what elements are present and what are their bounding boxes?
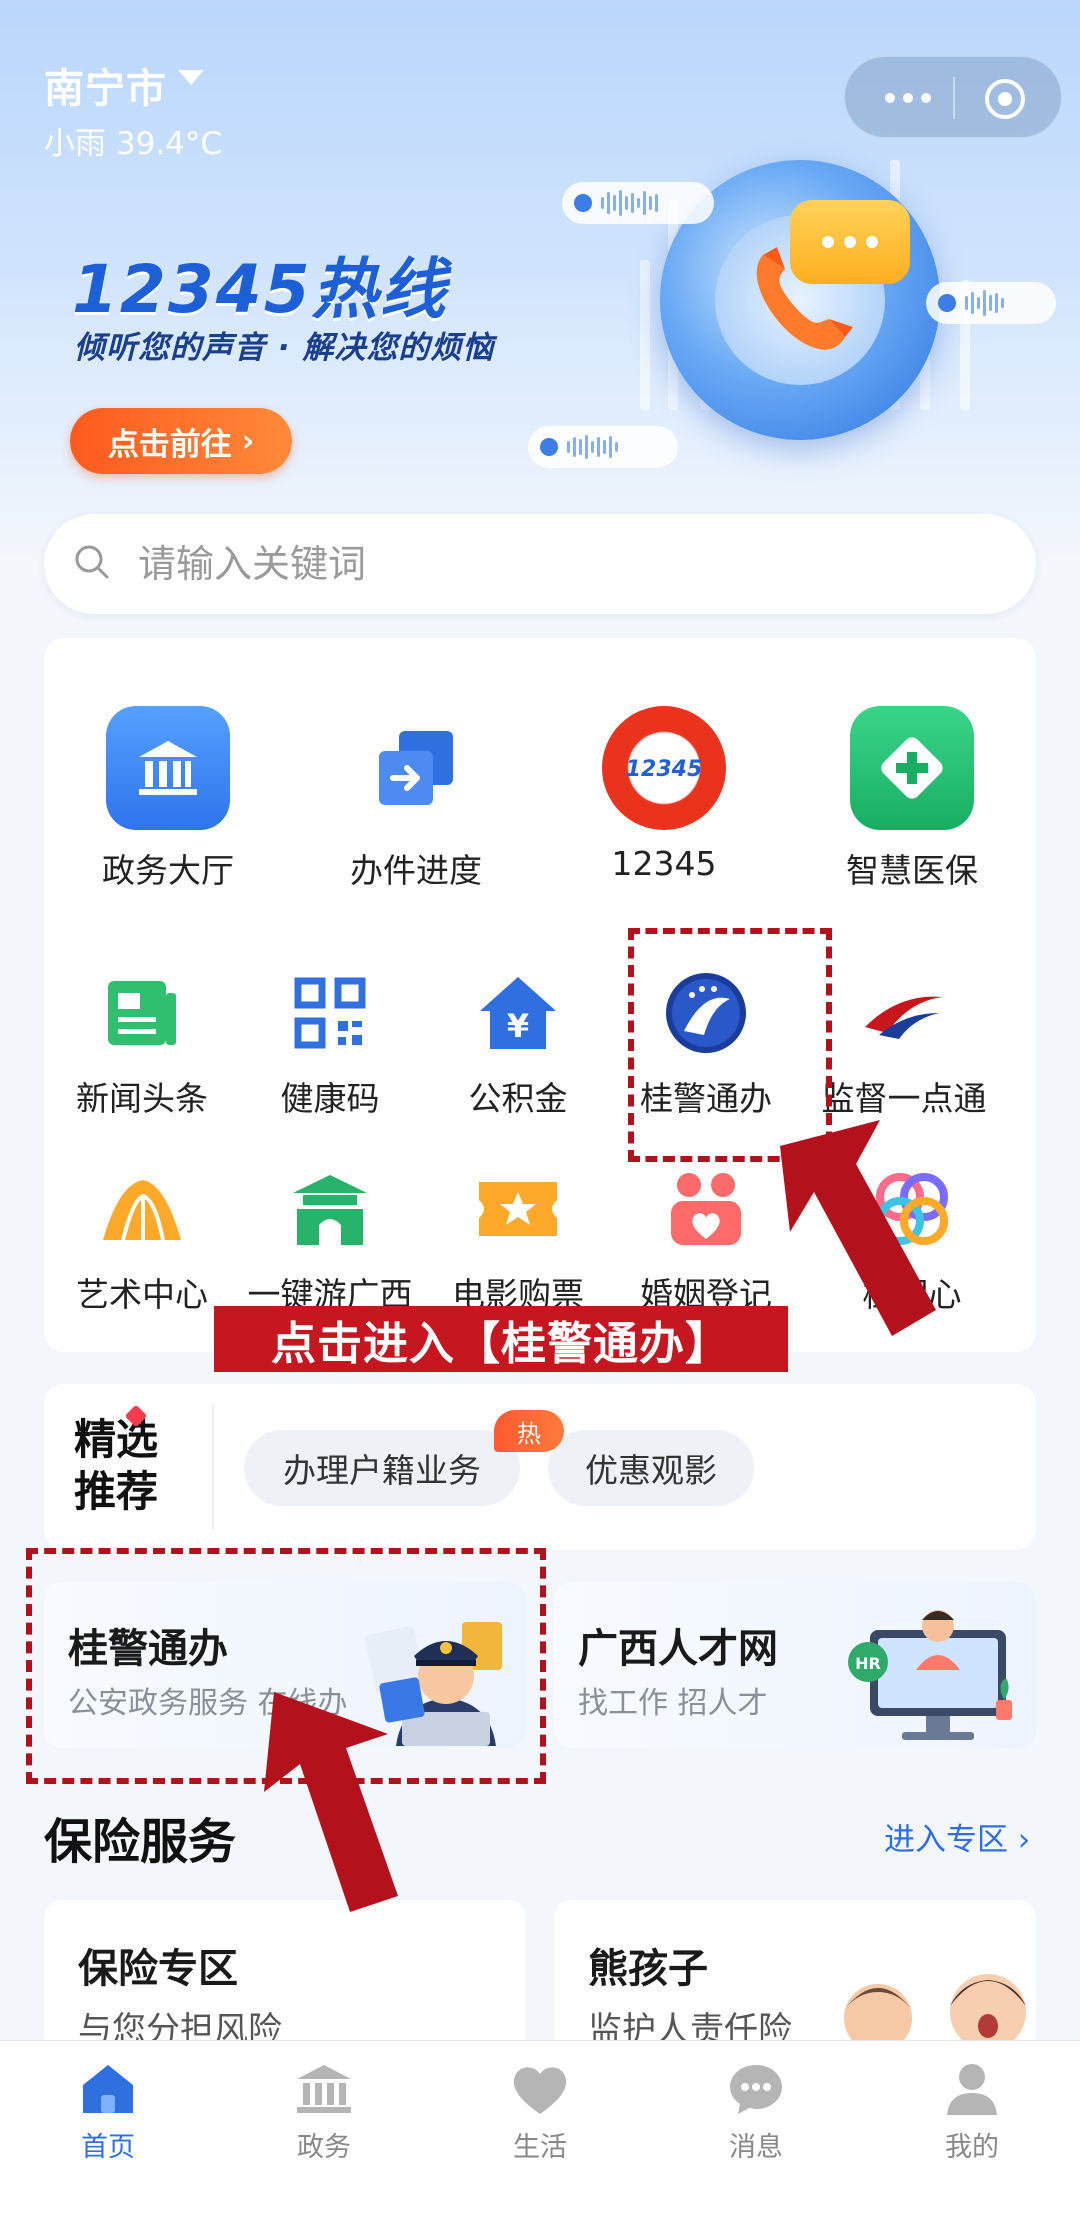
banner-subtitle: 倾听您的声音 · 解决您的烦恼: [74, 330, 495, 366]
caret-down-icon[interactable]: [178, 70, 204, 85]
close-target-icon[interactable]: [985, 79, 1025, 119]
capsule-divider: [953, 77, 955, 119]
recommend-title: 精选 推荐: [74, 1415, 159, 1516]
service-label: 12345: [611, 844, 717, 883]
travel-guangxi-icon: [285, 1164, 375, 1254]
search-bar[interactable]: [44, 514, 1036, 614]
feature-card-guangxi-talent[interactable]: 广西人才网 找工作 招人才 HR: [554, 1582, 1036, 1748]
government-icon: [294, 2059, 354, 2119]
job-hunting-illustration: HR: [848, 1610, 1012, 1740]
art-center-icon: [97, 1164, 187, 1254]
insurance-card-title: 保险专区: [78, 1946, 238, 1992]
annotation-callout: 点击进入【桂警通办】: [214, 1306, 788, 1372]
message-icon: [726, 2059, 786, 2119]
miniprogram-capsule[interactable]: [844, 56, 1062, 138]
service-12345[interactable]: 12345 12345: [584, 706, 744, 883]
banner-go-button[interactable]: 点击前往 ›: [70, 408, 292, 474]
service-gov-hall[interactable]: 政务大厅: [88, 706, 248, 892]
insurance-card-kids[interactable]: 熊孩子 监护人责任险: [554, 1900, 1036, 2040]
insurance-card-zone[interactable]: 保险专区 与您分担风险: [44, 1900, 526, 2040]
insurance-card-subtitle: 与您分担风险: [78, 2010, 282, 2040]
service-label: 监督一点通: [821, 1079, 987, 1118]
feature-title: 广西人才网: [578, 1626, 778, 1672]
banner-go-label: 点击前往: [107, 426, 232, 463]
chevron-right-icon: ›: [1017, 1822, 1031, 1858]
service-label: 公积金: [468, 1079, 568, 1118]
tab-messages[interactable]: 消息: [648, 2041, 864, 2214]
hot-badge: 热: [494, 1410, 564, 1452]
housing-fund-icon: ¥: [473, 968, 563, 1058]
tab-label: 我的: [945, 2132, 999, 2163]
profile-icon: [942, 2059, 1002, 2119]
chip-movie-discount[interactable]: 优惠观影: [548, 1430, 754, 1506]
movie-ticket-icon: [473, 1164, 563, 1254]
tab-label: 首页: [81, 2132, 135, 2163]
medical-insurance-icon: [850, 706, 974, 830]
marriage-icon: [661, 1164, 751, 1254]
voice-wave-icon: [528, 426, 678, 468]
chat-bubble-icon: [790, 200, 910, 284]
tab-label: 消息: [729, 2132, 783, 2163]
service-supervision[interactable]: 监督一点通: [814, 968, 994, 1120]
banner-title: 12345热线: [72, 251, 448, 328]
service-label: 智慧医保: [846, 851, 978, 890]
svg-text:12345: 12345: [626, 757, 703, 782]
service-progress[interactable]: 办件进度: [336, 706, 496, 892]
weather-text: 小雨 39.4°C: [44, 126, 223, 162]
skyline-decoration: [640, 260, 650, 410]
svg-text:HR: HR: [855, 1654, 881, 1673]
enter-zone-link[interactable]: 进入专区 ›: [884, 1814, 1030, 1859]
children-illustration: [844, 1974, 1026, 2040]
service-travel-guangxi[interactable]: 一键游广西: [248, 1164, 413, 1316]
insurance-card-subtitle: 监护人责任险: [588, 2010, 792, 2040]
service-label: 政务大厅: [102, 851, 234, 890]
tab-government[interactable]: 政务: [216, 2041, 432, 2214]
supervision-icon: [859, 968, 949, 1058]
bottom-tab-bar: 首页 政务 生活 消息 我的: [0, 2040, 1080, 2214]
tab-label: 政务: [297, 2132, 351, 2163]
service-medical-insurance[interactable]: 智慧医保: [832, 706, 992, 892]
service-label: 办件进度: [350, 851, 482, 890]
feature-subtitle: 找工作 招人才: [578, 1686, 768, 1721]
tab-profile[interactable]: 我的: [864, 2041, 1080, 2214]
service-news[interactable]: 新闻头条: [62, 968, 222, 1120]
service-movie-ticket[interactable]: 电影购票: [438, 1164, 598, 1316]
progress-icon: [354, 706, 478, 830]
banner[interactable]: 南宁市 小雨 39.4°C 12345热线 倾听您的声音 · 解决您的烦恼 点击…: [0, 0, 1080, 560]
search-icon: [75, 545, 109, 579]
divider: [212, 1404, 214, 1530]
news-icon: [97, 968, 187, 1058]
tab-label: 生活: [513, 2132, 567, 2163]
svg-text:¥: ¥: [507, 1007, 529, 1045]
service-art-center[interactable]: 艺术中心: [62, 1164, 222, 1316]
service-label: 健康码: [280, 1079, 380, 1118]
hotline-12345-icon: 12345: [602, 706, 726, 830]
voice-wave-icon: [562, 182, 714, 224]
service-health-code[interactable]: 健康码: [250, 968, 410, 1120]
service-housing-fund[interactable]: ¥ 公积金: [438, 968, 598, 1120]
search-input[interactable]: [138, 536, 998, 592]
insurance-card-title: 熊孩子: [588, 1946, 708, 1992]
insurance-section-title: 保险服务: [44, 1814, 237, 1870]
service-label: 新闻头条: [76, 1079, 208, 1118]
chevron-right-icon: ›: [241, 423, 255, 459]
home-icon: [78, 2059, 138, 2119]
annotation-arrow-icon: [264, 1692, 398, 1912]
more-dots-icon[interactable]: [875, 83, 941, 113]
heart-icon: [510, 2059, 570, 2119]
city-selector[interactable]: 南宁市: [44, 56, 167, 114]
service-label: 艺术中心: [76, 1275, 208, 1314]
bank-icon: [106, 706, 230, 830]
tab-home[interactable]: 首页: [0, 2041, 216, 2214]
voice-wave-icon: [926, 282, 1056, 324]
featured-recommendations: 精选 推荐 办理户籍业务 优惠观影 热: [44, 1384, 1036, 1550]
qr-code-icon: [285, 968, 375, 1058]
tab-life[interactable]: 生活: [432, 2041, 648, 2214]
chip-household-registration[interactable]: 办理户籍业务: [244, 1430, 520, 1506]
